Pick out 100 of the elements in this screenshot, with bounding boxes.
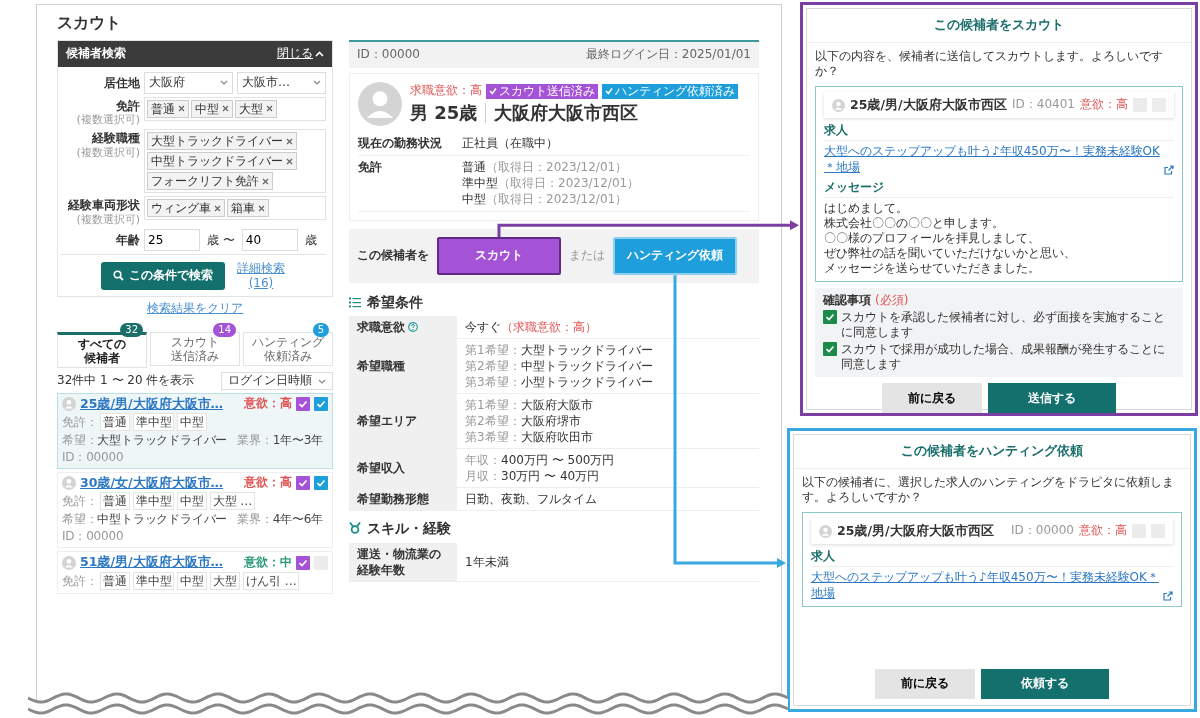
advanced-search-link[interactable]: 詳細検索 xyxy=(237,260,285,276)
field-label: 免許 xyxy=(116,98,140,114)
candidate-card[interactable]: 30歳/女/大阪府大阪市… 意欲：高 免許： 普通 準中型 中型 大型 … 希望：中型トラックドライバー 業界：4年〜6年 ID：00000 xyxy=(57,472,333,549)
avatar-icon xyxy=(62,397,76,412)
back-button[interactable]: 前に戻る xyxy=(882,383,982,414)
row-label: 希望勤務形態 xyxy=(357,491,429,508)
motivation-text: 求職意欲：高 xyxy=(410,83,482,99)
caret-icon xyxy=(220,80,228,86)
consent-checkbox[interactable]: スカウトを承認した候補者に対し、必ず面接を実施することに同意します xyxy=(823,310,1175,341)
back-button[interactable]: 前に戻る xyxy=(875,669,975,699)
row-label: 免許： xyxy=(62,414,98,431)
dialog-text: 以下の内容を、候補者に送信してスカウトします。よろしいですか？ xyxy=(815,48,1164,81)
row-label: 運送・物流業の経験年数 xyxy=(357,545,442,578)
collapse-link[interactable]: 閉じる xyxy=(277,46,324,62)
row-value: 第1希望：大阪府大阪市 xyxy=(465,397,593,414)
submit-button[interactable]: 依頼する xyxy=(981,669,1109,699)
count-badge: 32 xyxy=(120,322,143,337)
scout-button[interactable]: スカウト xyxy=(437,237,561,276)
fact-value: 中型（取得日：2023/12/01） xyxy=(462,191,629,208)
sort-select[interactable]: ログイン日時順 xyxy=(221,372,333,390)
message-line: ぜひ弊社の話を聞いていただけないかと思い、 xyxy=(824,245,1077,261)
job-link[interactable]: 大型へのステップアップも叶う♪年収450万〜！実務未経験OK＊地場 xyxy=(811,569,1159,602)
filter-chip[interactable]: 普通 xyxy=(147,99,189,118)
row-value: 年収：400万円 〜 500万円 xyxy=(465,452,615,469)
remove-icon xyxy=(178,105,185,113)
candidate-card[interactable]: 51歳/男/大阪府大阪市… 意欲：中 免許： 普通 準中型 中型 大型 けん引 … xyxy=(57,551,333,594)
candidate-name: 25歳/男/大阪府大阪市西区 xyxy=(837,523,995,540)
filter-chip[interactable]: ウィング車 xyxy=(147,199,225,218)
filter-chip[interactable]: 大型トラックドライバー xyxy=(147,132,297,151)
clear-link[interactable]: 検索結果をクリア xyxy=(57,300,333,317)
id-text: ID：40401 xyxy=(1012,97,1075,113)
candidate-link[interactable]: 51歳/男/大阪府大阪市… xyxy=(80,554,240,571)
row-label: 免許： xyxy=(62,493,98,510)
unit-text: 歳 xyxy=(303,231,318,249)
or-text: または xyxy=(569,248,605,264)
section-title: スキル・経験 xyxy=(367,519,451,538)
filter-chip[interactable]: フォークリフト免許 xyxy=(147,172,273,191)
message-line: 〇〇様のプロフィールを拝見しまして、 xyxy=(824,230,1041,246)
search-button[interactable]: この条件で検索 xyxy=(101,262,225,290)
avatar-icon xyxy=(832,98,845,112)
page-title: スカウト xyxy=(57,13,121,33)
row-label: 求職意欲 xyxy=(357,319,405,336)
search-icon xyxy=(113,270,124,282)
caret-icon xyxy=(313,80,321,86)
filter-chip[interactable]: 箱車 xyxy=(227,199,269,218)
count-link[interactable]: (16) xyxy=(237,275,285,291)
section-title: 希望条件 xyxy=(367,293,423,312)
id-text: ID：00000 xyxy=(357,47,420,63)
fact-value: 正社員（在職中） xyxy=(462,135,558,152)
motivation-text: 意欲：高 xyxy=(1080,97,1128,113)
check-icon xyxy=(605,87,613,96)
filter-chip[interactable]: 中型 xyxy=(191,99,233,118)
remove-icon xyxy=(286,157,293,165)
motivation-text: 意欲：中 xyxy=(244,554,292,571)
candidate-link[interactable]: 30歳/女/大阪府大阪市… xyxy=(80,475,240,492)
wish-text: 希望：中型トラックドライバー xyxy=(62,511,228,528)
candidate-name: 男 25歳 xyxy=(410,100,478,125)
count-badge: 14 xyxy=(213,322,236,337)
fact-value: 準中型（取得日：2023/12/01） xyxy=(462,175,640,192)
external-link-icon xyxy=(1163,591,1173,602)
filter-chip[interactable]: 大型 xyxy=(235,99,277,118)
age-field[interactable]: 40 xyxy=(241,228,298,251)
login-date: 最終ログイン日：2025/01/01 xyxy=(585,47,751,63)
status-badge: ハンティング依頼済み xyxy=(602,83,738,99)
consent-checkbox[interactable]: スカウトで採用が成功した場合、成果報酬が発生することに同意します xyxy=(823,342,1175,373)
job-link[interactable]: 大型へのステップアップも叶う♪年収450万〜！実務未経験OK＊地場 xyxy=(824,143,1160,176)
submit-button[interactable]: 送信する xyxy=(988,383,1116,414)
tag-input[interactable]: 大型トラックドライバー 中型トラックドライバー フォークリフト免許 xyxy=(144,129,326,194)
license-tag: 中型 xyxy=(177,571,208,590)
tag-input[interactable]: 普通 中型 大型 xyxy=(144,96,326,121)
filter-chip[interactable]: 中型トラックドライバー xyxy=(147,152,297,171)
motivation-text: 意欲：高 xyxy=(244,396,292,412)
license-tag: 普通 xyxy=(100,413,130,432)
remove-icon xyxy=(286,137,293,145)
section-heading: 求人 xyxy=(824,122,1174,141)
license-tag: 準中型 xyxy=(133,413,175,432)
fact-value: 普通（取得日：2023/12/01） xyxy=(462,160,629,176)
candidate-link[interactable]: 25歳/男/大阪府大阪市… xyxy=(80,395,240,413)
field-label: 経験車両形状 xyxy=(68,198,140,213)
tag-input[interactable]: ウィング車 箱車 xyxy=(144,196,326,221)
row-value: 第3希望：大阪府吹田市 xyxy=(465,429,593,446)
candidate-card[interactable]: 25歳/男/大阪府大阪市… 意欲：高 免許： 普通 準中型 中型 希望：大型トラックドライバー 業界：1年〜3年 ID：00000 xyxy=(57,392,333,470)
wish-text: 希望：大型トラックドライバー xyxy=(62,432,228,449)
section-heading: メッセージ xyxy=(824,179,1174,198)
remove-icon xyxy=(262,177,269,185)
result-count: 32件中 1 〜 20 件を表示 xyxy=(57,373,195,389)
select-field[interactable]: 大阪市… xyxy=(237,71,326,94)
row-label: 希望職種 xyxy=(357,358,405,375)
check-icon xyxy=(489,87,497,96)
candidate-location: 大阪府大阪市西区 xyxy=(494,100,639,125)
motivation-text: 意欲：高 xyxy=(1079,523,1127,539)
field-label: 居住地 xyxy=(104,75,140,91)
field-note: (複数選択可) xyxy=(76,212,140,226)
message-line: メッセージを送らせていただきました。 xyxy=(824,260,1041,276)
age-field[interactable]: 25 xyxy=(144,228,200,251)
select-field[interactable]: 大阪府 xyxy=(144,71,233,94)
required-text: (必須) xyxy=(875,292,909,307)
row-value: 日勤、夜勤、フルタイム xyxy=(465,491,597,508)
license-tag: 大型 … xyxy=(210,492,256,511)
message-line: 株式会社〇〇の〇〇と申します。 xyxy=(824,215,1005,231)
